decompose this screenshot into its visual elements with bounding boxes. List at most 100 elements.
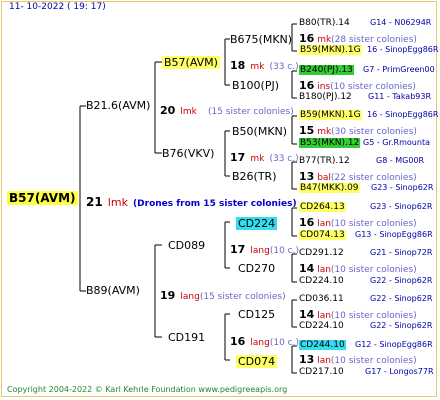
gen4-node-12[interactable]: CD036.11 [299,295,344,304]
gen3-note-7: (10 sister colonies) [330,356,417,366]
gen4-node-3[interactable]: B180(PJ).12 [299,93,352,102]
gen4-ref-4: 16 - SinopEgg86R [367,110,439,119]
gen4-ref-14: G12 - SinopEgg86R [355,340,433,349]
gen3-type-5: lan [317,265,331,275]
gen2-info-0: 18 mk (33 c.) [230,56,299,72]
gen3-note-3: (22 sister colonies) [330,173,417,183]
gen1-type-1: lang [180,292,200,302]
gen3-note-0: (28 sister colonies) [331,35,417,45]
gen3-info-0: 16 mk(28 sister colonies) [299,33,417,45]
gen4-ref-2: G7 - PrimGreen00 [363,65,435,74]
gen2-node-0[interactable]: B57(AVM) [162,56,220,69]
gen3-info-3: 13 bal(22 sister colonies) [299,171,417,183]
gen2-node-3[interactable]: CD191 [168,332,205,343]
gen3-type-0: mk [317,35,332,45]
gen4-ref-5: G5 - Gr.Rmounta [363,138,430,147]
gen2-info-1: 17 mk (33 c.) [230,148,299,164]
gen3-type-3: bal [317,173,331,183]
gen2-type-2: lang [250,246,270,256]
gen1-node-0[interactable]: B21.6(AVM) [86,100,150,111]
gen4-ref-7: G23 - Sinop62R [371,183,434,192]
gen1-num-1: 19 [160,289,176,302]
root-queen[interactable]: B57(AVM) [7,191,78,205]
gen2-node-2[interactable]: CD089 [168,240,205,251]
gen4-node-13[interactable]: CD224.10 [299,322,344,331]
gen4-node-14[interactable]: CD244.10 [299,340,346,350]
gen3-num-1: 16 [299,79,315,92]
gen4-node-15[interactable]: CD217.10 [299,368,344,377]
gen2-note-2: (10 c.) [269,246,299,256]
gen2-info-2: 17 lang(10 c.) [230,240,299,256]
gen4-ref-13: G22 - Sinop62R [370,321,433,330]
gen4-node-11[interactable]: CD224.10 [299,277,344,286]
gen3-node-3[interactable]: B26(TR) [232,171,277,182]
gen3-type-7: lan [317,356,331,366]
gen4-name-14: CD244.10 [299,340,346,350]
gen4-ref-9: G13 - SinopEgg86R [355,230,433,239]
gen3-node-5[interactable]: CD270 [238,263,275,274]
gen4-node-8[interactable]: CD264.13 [299,202,346,212]
gen3-note-4: (10 sister colonies) [330,219,417,229]
gen4-name-3: B180(PJ).12 [299,92,352,102]
gen3-info-6: 14 lan(10 sister colonies) [299,309,417,321]
gen3-num-3: 13 [299,170,315,183]
gen3-node-2[interactable]: B50(MKN) [232,126,287,137]
gen1-note-1: (15 sister colonies) [199,292,286,302]
gen4-name-1: B59(MKN).1G [299,45,362,55]
gen3-node-6[interactable]: CD125 [238,309,275,320]
gen2-note-0: (33 c.) [269,62,299,72]
gen2-type-3: lang [250,338,270,348]
gen4-node-7[interactable]: B47(MKK).09 [299,183,360,193]
gen3-note-6: (10 sister colonies) [330,311,417,321]
gen4-ref-11: G22 - Sinop62R [370,276,433,285]
gen4-node-9[interactable]: CD074.13 [299,230,346,240]
gen3-note-2: (30 sister colonies) [331,127,417,137]
gen4-node-2[interactable]: B240(PJ).13 [299,65,354,75]
gen2-note-1: (33 c.) [269,154,299,164]
gen4-ref-0: G14 - N06294R [370,18,432,27]
gen3-num-2: 15 [299,124,315,137]
gen4-name-0: B80(TR).14 [299,18,350,28]
gen3-node-4[interactable]: CD224 [236,217,278,230]
gen4-ref-6: G8 - MG00R [376,156,425,165]
gen4-name-8: CD264.13 [299,202,346,212]
gen3-node-1[interactable]: B100(PJ) [232,80,279,91]
gen2-type-0: mk [250,62,265,72]
gen4-node-1[interactable]: B59(MKN).1G [299,45,362,55]
gen1-num-0: 20 [160,104,176,117]
gen2-num-2: 17 [230,243,246,256]
gen4-ref-15: G17 - Longos77R [365,367,434,376]
gen4-ref-10: G21 - Sinop72R [370,248,433,257]
gen4-name-10: CD291.12 [299,248,344,258]
gen4-name-4: B59(MKN).1G [299,110,362,120]
gen4-name-12: CD036.11 [299,294,344,304]
gen1-info-1: 19 lang(15 sister colonies) [160,286,286,302]
copyright-footer: Copyright 2004-2022 © Karl Kehrle Founda… [7,385,288,394]
gen3-node-7[interactable]: CD074 [236,355,278,368]
gen3-note-5: (10 sister colonies) [330,265,417,275]
gen1-node-1[interactable]: B89(AVM) [86,285,140,296]
gen2-node-1[interactable]: B76(VKV) [162,148,214,159]
gen4-node-4[interactable]: B59(MKN).1G [299,110,362,120]
gen4-node-0[interactable]: B80(TR).14 [299,19,350,28]
gen3-info-2: 15 mk(30 sister colonies) [299,125,417,137]
gen4-node-5[interactable]: B53(MKN).12 [299,138,361,148]
gen3-type-2: mk [317,127,332,137]
gen3-info-1: 16 ins(10 sister colonies) [299,80,416,92]
gen3-num-7: 13 [299,353,315,366]
root-type: lmk [107,196,128,209]
gen4-name-13: CD224.10 [299,321,344,331]
gen4-ref-1: 16 - SinopEgg86R [367,45,439,54]
gen4-name-6: B77(TR).12 [299,156,350,166]
gen3-type-1: ins [317,82,331,92]
root-note: (Drones from 15 sister colonies) [133,199,297,209]
gen3-num-6: 14 [299,308,315,321]
gen4-node-6[interactable]: B77(TR).12 [299,157,350,166]
gen2-note-3: (10 c.) [269,338,299,348]
gen2-num-0: 18 [230,59,246,72]
gen4-node-10[interactable]: CD291.12 [299,249,344,258]
gen4-ref-3: G11 - Takab93R [368,92,432,101]
gen4-name-7: B47(MKK).09 [299,183,360,193]
gen4-name-9: CD074.13 [299,230,346,240]
gen3-node-0[interactable]: B675(MKN) [230,34,292,45]
